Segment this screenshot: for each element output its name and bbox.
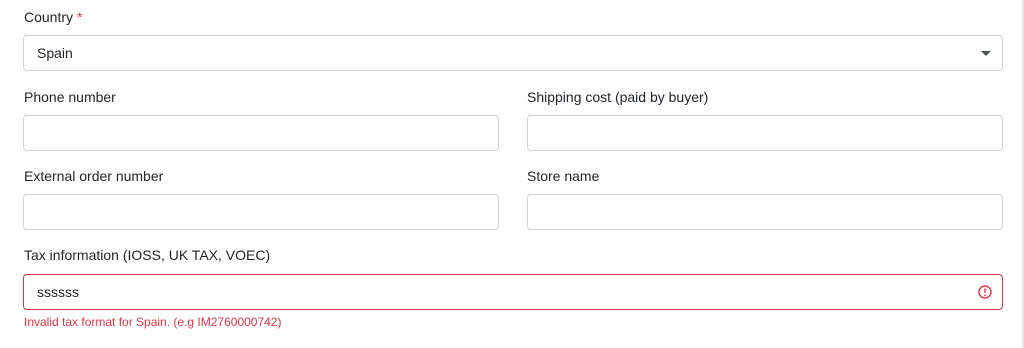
country-select[interactable]: Spain: [23, 35, 1003, 71]
store-name-label: Store name: [527, 168, 600, 184]
tax-information-error: Invalid tax format for Spain. (e.g IM276…: [24, 315, 282, 329]
error-circle-icon: [978, 285, 992, 299]
country-selected-value: Spain: [37, 45, 73, 61]
chevron-down-icon: [981, 51, 991, 56]
shipping-cost-input[interactable]: [527, 115, 1003, 151]
required-marker: *: [77, 9, 83, 25]
phone-number-label: Phone number: [24, 89, 116, 105]
shipping-cost-label: Shipping cost (paid by buyer): [527, 89, 709, 105]
tax-information-input[interactable]: ssssss: [23, 274, 1003, 310]
country-label: Country *: [24, 9, 82, 26]
external-order-number-input[interactable]: [23, 194, 499, 230]
country-label-text: Country: [24, 9, 74, 25]
external-order-number-label: External order number: [24, 168, 164, 184]
tax-information-label: Tax information (IOSS, UK TAX, VOEC): [24, 247, 271, 263]
phone-number-input[interactable]: [23, 115, 499, 151]
tax-information-value: ssssss: [37, 284, 79, 300]
store-name-input[interactable]: [527, 194, 1003, 230]
